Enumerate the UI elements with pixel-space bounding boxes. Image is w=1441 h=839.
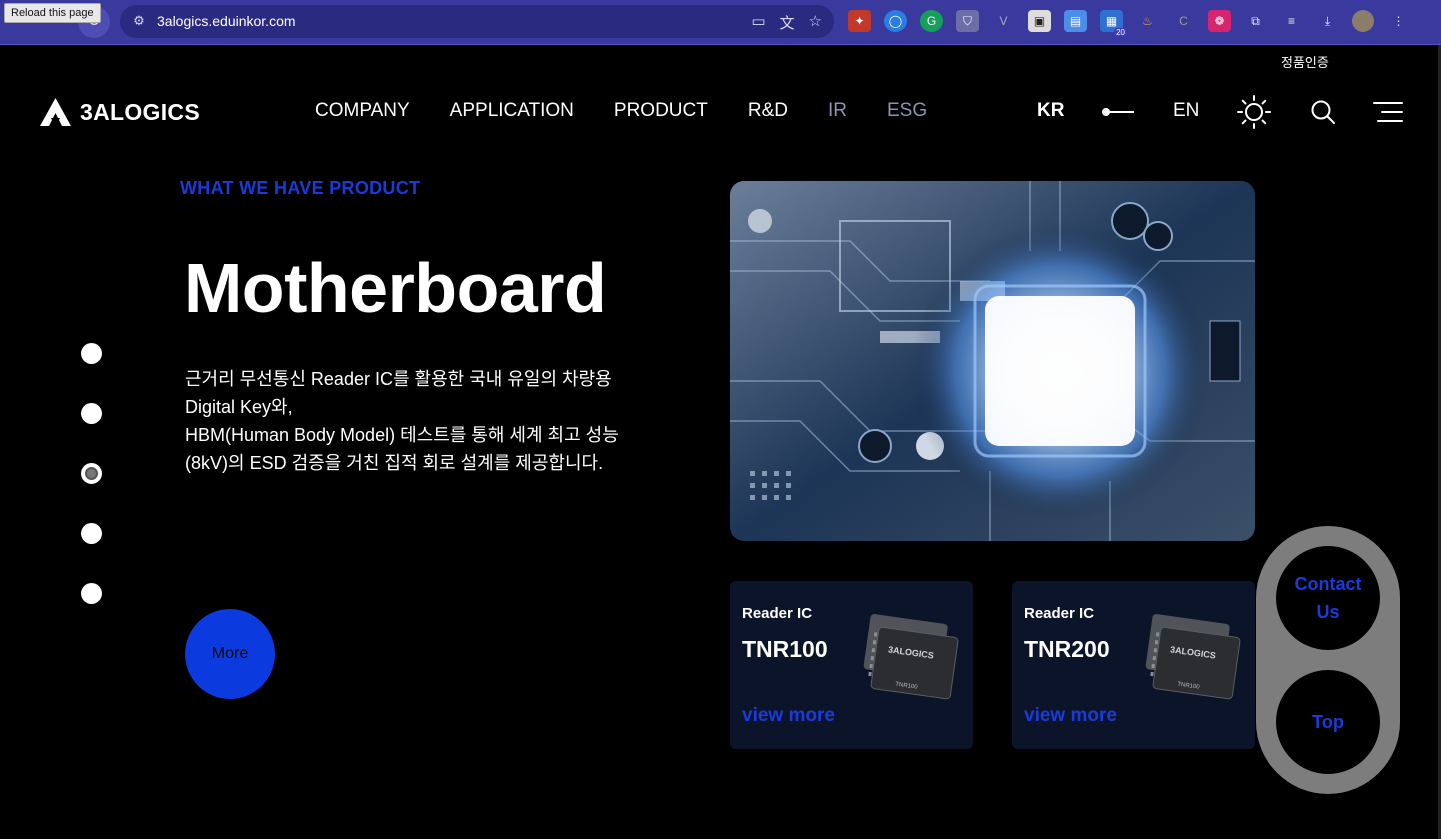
card-product-name: TNR200 <box>1024 636 1110 662</box>
card-category: Reader IC <box>742 605 813 622</box>
scroll-top-button[interactable]: Top <box>1276 670 1380 774</box>
card-product-name: TNR100 <box>742 636 828 662</box>
puzzle-red-icon[interactable]: ✦ <box>848 10 871 32</box>
main-navigation: COMPANY APPLICATION PRODUCT R&D IR ESG <box>315 100 927 122</box>
nav-rnd[interactable]: R&D <box>748 100 788 122</box>
profile-avatar[interactable] <box>1352 10 1374 32</box>
reload-tooltip: Reload this page <box>4 3 101 23</box>
search-icon[interactable] <box>1306 95 1340 129</box>
product-title: Motherboard <box>184 249 607 327</box>
bookmark-star-icon[interactable]: ☆ <box>809 12 822 33</box>
translate-icon[interactable]: 文 <box>780 12 795 33</box>
screen-icon[interactable]: ▣ <box>1028 10 1051 32</box>
site-settings-icon[interactable]: ⚙ <box>130 13 148 29</box>
fire-icon[interactable]: ♨ <box>1136 10 1159 32</box>
site-logo[interactable]: 3ALOGICS <box>40 98 200 126</box>
nav-ir[interactable]: IR <box>828 100 847 122</box>
slide-dot-5[interactable] <box>81 583 102 604</box>
logo-mark-icon <box>40 98 71 126</box>
more-menu-icon[interactable]: ⋮ <box>1387 10 1410 32</box>
address-bar[interactable]: ⚙ 3alogics.eduinkor.com ▭ 文 ☆ <box>120 5 834 38</box>
omnibox-actions: ▭ 文 ☆ <box>751 12 822 33</box>
c-icon[interactable]: C <box>1172 10 1195 32</box>
product-card-tnr100[interactable]: Reader IC TNR100 view more 3ALOGICS TNR1… <box>730 581 973 749</box>
slide-dot-2[interactable] <box>81 403 102 424</box>
install-app-icon[interactable]: ▭ <box>751 12 765 33</box>
ring-icon[interactable]: ◯ <box>884 10 907 32</box>
flower-icon[interactable]: ❁ <box>1208 10 1231 32</box>
lang-kr-option[interactable]: KR <box>1037 100 1064 122</box>
contact-us-button[interactable]: Contact Us <box>1276 546 1380 650</box>
floating-actions: Contact Us Top <box>1256 526 1400 794</box>
theme-sun-icon[interactable] <box>1237 95 1271 129</box>
url-text[interactable]: 3alogics.eduinkor.com <box>157 13 296 29</box>
section-eyebrow: WHAT WE HAVE PRODUCT <box>180 178 421 198</box>
more-button[interactable]: More <box>185 609 275 699</box>
logo-text: 3ALOGICS <box>80 98 200 125</box>
download-icon[interactable]: ⤓ <box>1316 10 1339 32</box>
nav-product[interactable]: PRODUCT <box>614 100 708 122</box>
nav-application[interactable]: APPLICATION <box>450 100 574 122</box>
shield-icon[interactable]: ⛉ <box>956 10 979 32</box>
calendar-icon[interactable]: ▦ 20 <box>1100 10 1127 37</box>
slide-dot-3-active[interactable] <box>81 463 102 484</box>
card-category: Reader IC <box>1024 605 1095 622</box>
extension-badge: 20 <box>1114 28 1127 37</box>
slide-dot-1[interactable] <box>81 343 102 364</box>
authentication-link[interactable]: 정품인증 <box>1281 52 1329 71</box>
doc-icon[interactable]: ▤ <box>1064 10 1087 32</box>
grammarly-icon[interactable]: G <box>920 10 943 32</box>
slide-dot-4[interactable] <box>81 523 102 544</box>
language-toggle[interactable] <box>1102 106 1134 118</box>
lang-en-option[interactable]: EN <box>1173 100 1199 122</box>
reading-list-icon[interactable]: ≡ <box>1280 10 1303 32</box>
view-more-link[interactable]: view more <box>1024 705 1117 727</box>
extensions-icon[interactable]: ⧉ <box>1244 10 1267 32</box>
v-icon[interactable]: V <box>992 10 1015 32</box>
product-description: 근거리 무선통신 Reader IC를 활용한 국내 유일의 차량용 Digit… <box>185 369 619 473</box>
extensions-bar: ✦ ◯ G ⛉ V ▣ ▤ ▦ 20 ♨ C ❁ ⧉ ≡ ⤓ ⋮ <box>848 10 1410 37</box>
view-more-link[interactable]: view more <box>742 705 835 727</box>
menu-icon[interactable] <box>1372 95 1406 129</box>
nav-company[interactable]: COMPANY <box>315 100 410 122</box>
chip-image: 3ALOGICS TNR100 <box>1145 614 1241 700</box>
nav-esg[interactable]: ESG <box>887 100 927 122</box>
product-card-tnr200[interactable]: Reader IC TNR200 view more 3ALOGICS TNR1… <box>1012 581 1255 749</box>
chip-image: 3ALOGICS TNR100 <box>863 614 959 700</box>
motherboard-image <box>730 181 1255 541</box>
browser-toolbar: ‹ › ↻ Reload this page ⚙ 3alogics.eduink… <box>0 0 1441 45</box>
